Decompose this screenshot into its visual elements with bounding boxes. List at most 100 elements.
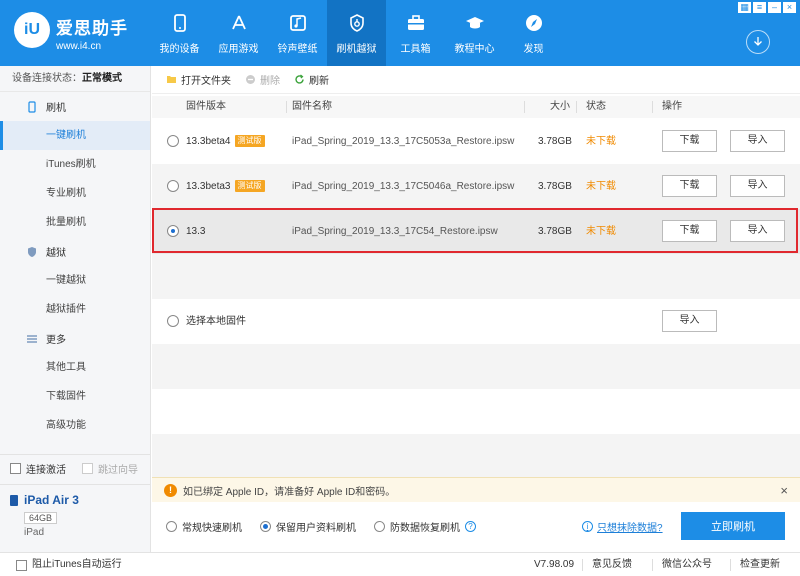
block-itunes-option[interactable]: 阻止iTunes自动运行 (16, 553, 122, 576)
footer-divider (730, 559, 731, 571)
sidebar-item-jailbreak-plugins[interactable]: 越狱插件 (0, 295, 150, 324)
feedback-link[interactable]: 意见反馈 (592, 553, 632, 576)
sidebar: 设备连接状态：正常模式 刷机 一键刷机 iTunes刷机 专业刷机 批量刷机 越… (0, 66, 151, 552)
status-label: 设备连接状态： (12, 73, 82, 84)
sidebar-item-other-tools[interactable]: 其他工具 (0, 353, 150, 382)
nav-tutorials[interactable]: 教程中心 (445, 0, 504, 66)
check-update-link[interactable]: 检查更新 (740, 553, 780, 576)
firmware-size: 3.78GB (538, 181, 572, 192)
column-name: 固件名称 (292, 101, 332, 112)
top-bar: iU 爱思助手 www.i4.cn 我的设备 应用游戏 铃声壁纸 刷机越狱 工具… (0, 0, 800, 66)
connect-activate-option[interactable]: 连接激活 (10, 461, 66, 476)
menu-icon[interactable]: ≡ (753, 2, 766, 13)
mode-radio[interactable] (166, 521, 177, 532)
minimize-icon[interactable]: – (768, 2, 781, 13)
open-folder-label: 打开文件夹 (181, 76, 231, 87)
empty-row (152, 254, 800, 299)
phone-flash-icon (26, 100, 38, 113)
toolbox-icon (405, 12, 427, 34)
logo-text: iU (24, 21, 40, 38)
delete-button[interactable]: 删除 (245, 72, 280, 87)
row-radio[interactable] (167, 315, 179, 327)
import-button[interactable]: 导入 (730, 130, 785, 152)
table-row[interactable]: 13.3beta3 测试版 iPad_Spring_2019_13.3_17C50… (152, 164, 800, 209)
device-name: iPad Air 3 (10, 493, 140, 507)
flash-now-button[interactable]: 立即刷机 (681, 512, 785, 540)
sidebar-item-itunes-flash[interactable]: iTunes刷机 (0, 150, 150, 179)
firmware-size: 3.78GB (538, 226, 572, 237)
wechat-link[interactable]: 微信公众号 (662, 553, 712, 576)
refresh-label: 刷新 (309, 76, 329, 87)
block-itunes-checkbox[interactable] (16, 559, 27, 571)
shield-icon (26, 246, 38, 258)
nav-ringtones[interactable]: 铃声壁纸 (268, 0, 327, 66)
mode-label: 常规快速刷机 (182, 523, 242, 534)
warning-icon: ! (164, 483, 177, 497)
sidebar-section-jailbreak[interactable]: 越狱 (0, 237, 150, 266)
nav-label: 铃声壁纸 (277, 43, 318, 55)
skip-guide-label: 跳过向导 (98, 465, 138, 476)
sidebar-item-advanced[interactable]: 高级功能 (0, 411, 150, 440)
import-button[interactable]: 导入 (730, 220, 785, 242)
nav-label: 应用游戏 (218, 43, 259, 55)
download-button[interactable]: 下载 (662, 220, 717, 242)
refresh-button[interactable]: 刷新 (294, 72, 329, 87)
sidebar-item-download-firmware[interactable]: 下载固件 (0, 382, 150, 411)
nav-discover[interactable]: 发现 (504, 0, 563, 66)
skip-guide-checkbox[interactable] (82, 463, 93, 474)
import-button[interactable]: 导入 (730, 175, 785, 197)
nav-toolbox[interactable]: 工具箱 (386, 0, 445, 66)
close-icon[interactable]: × (783, 2, 796, 13)
column-divider (286, 101, 287, 113)
nav-label: 发现 (523, 43, 544, 55)
sidebar-section-more[interactable]: 更多 (0, 324, 150, 353)
mode-normal-fast[interactable]: 常规快速刷机 (166, 519, 242, 534)
erase-only-link[interactable]: i 只想抹除数据? (582, 519, 663, 534)
compass-icon (523, 12, 545, 34)
help-icon[interactable]: ? (465, 521, 476, 532)
nav-apps-games[interactable]: 应用游戏 (209, 0, 268, 66)
row-radio[interactable] (167, 135, 179, 147)
firmware-size: 3.78GB (538, 136, 572, 147)
erase-link-text: 只想抹除数据? (597, 523, 663, 534)
sidebar-section-flash[interactable]: 刷机 (0, 92, 150, 121)
table-row[interactable]: 13.3beta4 测试版 iPad_Spring_2019_13.3_17C50… (152, 119, 800, 164)
mode-radio[interactable] (374, 521, 385, 532)
nav-my-device[interactable]: 我的设备 (150, 0, 209, 66)
main-nav: 我的设备 应用游戏 铃声壁纸 刷机越狱 工具箱 教程中心 发现 (150, 0, 563, 66)
column-size: 大小 (550, 101, 570, 112)
apple-id-notice: ! 如已绑定 Apple ID，请准备好 Apple ID和密码。 × (152, 477, 800, 502)
skip-guide-option[interactable]: 跳过向导 (82, 461, 138, 476)
open-folder-button[interactable]: 打开文件夹 (166, 72, 231, 87)
sidebar-item-one-click-jailbreak[interactable]: 一键越狱 (0, 266, 150, 295)
skin-icon[interactable]: ▦ (738, 2, 751, 13)
import-local-button[interactable]: 导入 (662, 310, 717, 332)
flash-icon (346, 12, 368, 34)
mode-radio[interactable] (260, 521, 271, 532)
flash-mode-bar: 常规快速刷机 保留用户资料刷机 防数据恢复刷机? i 只想抹除数据? 立即刷机 (152, 508, 800, 544)
nav-flash-jailbreak[interactable]: 刷机越狱 (327, 0, 386, 66)
connection-status: 设备连接状态：正常模式 (0, 66, 150, 92)
beta-badge: 测试版 (234, 135, 265, 148)
mode-label: 保留用户资料刷机 (276, 523, 356, 534)
folder-icon (166, 74, 177, 85)
sidebar-item-batch-flash[interactable]: 批量刷机 (0, 208, 150, 237)
sidebar-item-one-click-flash[interactable]: 一键刷机 (0, 121, 150, 150)
download-button[interactable]: 下载 (662, 130, 717, 152)
table-row[interactable]: 13.3 iPad_Spring_2019_13.3_17C54_Restore… (152, 209, 800, 254)
firmware-version: 13.3 (186, 226, 206, 237)
download-button[interactable]: 下载 (662, 175, 717, 197)
sidebar-item-pro-flash[interactable]: 专业刷机 (0, 179, 150, 208)
brand: 爱思助手 www.i4.cn (56, 14, 128, 52)
row-radio[interactable] (167, 180, 179, 192)
row-radio[interactable] (167, 225, 179, 237)
download-manager-icon[interactable] (746, 30, 770, 54)
local-firmware-row[interactable]: 选择本地固件 导入 (152, 299, 800, 344)
mode-anti-recovery[interactable]: 防数据恢复刷机? (374, 519, 476, 534)
close-icon[interactable]: × (780, 483, 788, 498)
device-name-text: iPad Air 3 (24, 493, 79, 507)
connect-activate-checkbox[interactable] (10, 463, 21, 474)
mode-keep-data[interactable]: 保留用户资料刷机 (260, 519, 356, 534)
logo: iU (14, 12, 50, 48)
tablet-icon (10, 494, 18, 506)
